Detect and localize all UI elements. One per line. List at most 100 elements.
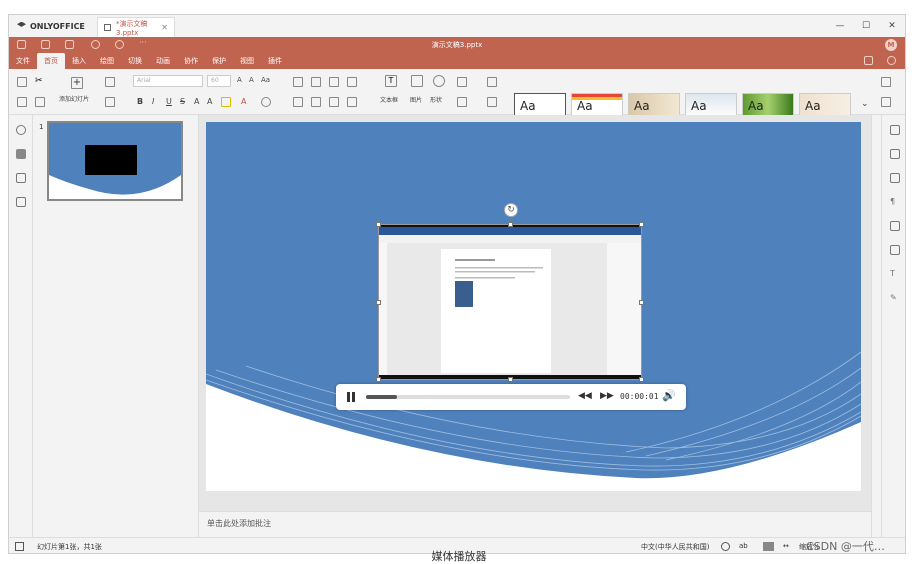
image-label[interactable]: 图片 bbox=[410, 95, 422, 104]
resize-handle-top-right[interactable] bbox=[639, 222, 644, 227]
increase-font-icon[interactable]: A bbox=[237, 76, 242, 84]
tab-transitions[interactable]: 切换 bbox=[121, 53, 149, 69]
close-tab-icon[interactable]: ✕ bbox=[161, 23, 168, 32]
strikethrough-icon[interactable]: S bbox=[180, 97, 185, 106]
document-title: 演示文稿3.pptx bbox=[431, 41, 483, 49]
table-settings-icon[interactable] bbox=[890, 221, 900, 231]
tab-home[interactable]: 首页 bbox=[37, 53, 65, 69]
bold-icon[interactable]: B bbox=[137, 97, 143, 106]
text-art-settings-icon[interactable]: T bbox=[890, 269, 900, 279]
speaker-icon[interactable] bbox=[16, 197, 26, 207]
bullets-icon[interactable] bbox=[293, 77, 303, 87]
presentation-icon bbox=[103, 24, 111, 31]
document-tab[interactable]: *演示文稿3.pptx ✕ bbox=[96, 17, 175, 37]
slide-thumbnail[interactable] bbox=[47, 121, 183, 201]
seek-bar[interactable] bbox=[366, 395, 570, 399]
slide-settings-icon[interactable] bbox=[890, 125, 900, 135]
resize-handle-bottom[interactable] bbox=[508, 377, 513, 382]
search-icon[interactable] bbox=[887, 56, 896, 65]
tab-file[interactable]: 文件 bbox=[9, 53, 37, 69]
slide[interactable]: ↻ ◀◀ ▶▶ 00:00:01 🔊 bbox=[206, 122, 861, 491]
tab-collaboration[interactable]: 协作 bbox=[177, 53, 205, 69]
color-scheme-icon[interactable] bbox=[487, 77, 497, 87]
increase-indent-icon[interactable] bbox=[347, 77, 357, 87]
tab-animation[interactable]: 动画 bbox=[149, 53, 177, 69]
decrease-font-icon[interactable]: A bbox=[249, 76, 254, 84]
signature-settings-icon[interactable]: ✎ bbox=[890, 293, 900, 303]
paragraph-settings-icon[interactable]: ¶ bbox=[890, 197, 900, 207]
underline-icon[interactable]: U bbox=[166, 97, 172, 106]
quick-access-bar: ··· 演示文稿3.pptx M bbox=[9, 37, 905, 53]
line-spacing-icon[interactable] bbox=[329, 97, 339, 107]
copy-icon[interactable] bbox=[17, 77, 27, 87]
font-color-icon[interactable]: A bbox=[241, 97, 246, 106]
font-size-select[interactable]: 60 bbox=[207, 75, 231, 87]
resize-handle-right[interactable] bbox=[639, 300, 644, 305]
change-slide-icon[interactable] bbox=[881, 77, 891, 87]
paste-icon[interactable] bbox=[17, 97, 27, 107]
italic-icon[interactable]: I bbox=[152, 97, 154, 106]
tab-view[interactable]: 视图 bbox=[233, 53, 261, 69]
cut-icon[interactable]: ✂ bbox=[35, 77, 45, 87]
slide-size-icon[interactable] bbox=[487, 97, 497, 107]
resize-handle-bottom-right[interactable] bbox=[639, 377, 644, 382]
shape-label[interactable]: 形状 bbox=[430, 95, 442, 104]
document-tab-title: *演示文稿3.pptx bbox=[115, 19, 148, 37]
reset-slide-icon[interactable] bbox=[881, 97, 891, 107]
shape-icon[interactable] bbox=[433, 75, 445, 87]
resize-handle-bottom-left[interactable] bbox=[376, 377, 381, 382]
highlight-icon[interactable] bbox=[221, 97, 231, 107]
change-case-icon[interactable]: Aa bbox=[261, 76, 270, 84]
clear-style-icon[interactable] bbox=[261, 97, 271, 107]
tab-plugins[interactable]: 插件 bbox=[261, 53, 289, 69]
pause-icon[interactable] bbox=[346, 392, 356, 402]
resize-handle-top[interactable] bbox=[508, 222, 513, 227]
volume-icon[interactable]: 🔊 bbox=[662, 389, 676, 402]
align-left-icon[interactable] bbox=[293, 97, 303, 107]
columns-icon[interactable] bbox=[347, 97, 357, 107]
rotate-handle-icon[interactable]: ↻ bbox=[504, 203, 518, 217]
add-slide-label[interactable]: 添加幻灯片 bbox=[59, 94, 89, 103]
tab-protection[interactable]: 保护 bbox=[205, 53, 233, 69]
vertical-scrollbar[interactable] bbox=[871, 115, 881, 537]
forward-icon[interactable]: ▶▶ bbox=[600, 391, 614, 401]
add-slide-icon[interactable]: + bbox=[71, 77, 83, 89]
tab-insert[interactable]: 插入 bbox=[65, 53, 93, 69]
image-settings-icon[interactable] bbox=[890, 173, 900, 183]
layout-icon[interactable] bbox=[105, 77, 115, 87]
menu-bar: 文件 首页 插入 绘图 切换 动画 协作 保护 视图 插件 bbox=[9, 53, 905, 69]
text-box-icon[interactable]: T bbox=[385, 75, 397, 87]
arrange-icon[interactable] bbox=[457, 77, 467, 87]
onlyoffice-logo-icon bbox=[17, 21, 26, 27]
tab-draw[interactable]: 绘图 bbox=[93, 53, 121, 69]
comments-icon[interactable] bbox=[16, 173, 26, 183]
close-window-button[interactable]: ✕ bbox=[879, 15, 905, 37]
align-center-icon[interactable] bbox=[311, 97, 321, 107]
search-panel-icon[interactable] bbox=[16, 125, 26, 135]
video-frame[interactable] bbox=[376, 222, 644, 382]
numbering-icon[interactable] bbox=[311, 77, 321, 87]
align-shapes-icon[interactable] bbox=[457, 97, 467, 107]
title-bar: ONLYOFFICE *演示文稿3.pptx ✕ — ☐ ✕ bbox=[9, 15, 905, 37]
play-slideshow-icon[interactable] bbox=[105, 97, 115, 107]
playback-time: 00:00:01 bbox=[620, 392, 659, 401]
open-location-icon[interactable] bbox=[864, 56, 873, 65]
minimize-button[interactable]: — bbox=[827, 15, 853, 37]
maximize-button[interactable]: ☐ bbox=[853, 15, 879, 37]
resize-handle-top-left[interactable] bbox=[376, 222, 381, 227]
shape-settings-icon[interactable] bbox=[890, 149, 900, 159]
avatar[interactable]: M bbox=[885, 39, 897, 51]
text-box-label[interactable]: 文本框 bbox=[380, 95, 398, 104]
font-name-select[interactable]: Arial bbox=[133, 75, 203, 87]
slides-panel-icon[interactable] bbox=[16, 149, 26, 159]
chevron-down-icon[interactable]: ⌄ bbox=[861, 99, 869, 109]
notes-area[interactable]: 单击此处添加批注 bbox=[199, 511, 871, 537]
subscript-icon[interactable]: A bbox=[207, 97, 212, 106]
resize-handle-left[interactable] bbox=[376, 300, 381, 305]
rewind-icon[interactable]: ◀◀ bbox=[578, 391, 592, 401]
decrease-indent-icon[interactable] bbox=[329, 77, 339, 87]
image-icon[interactable] bbox=[411, 75, 423, 87]
superscript-icon[interactable]: A bbox=[194, 97, 199, 106]
format-painter-icon[interactable] bbox=[35, 97, 45, 107]
chart-settings-icon[interactable] bbox=[890, 245, 900, 255]
